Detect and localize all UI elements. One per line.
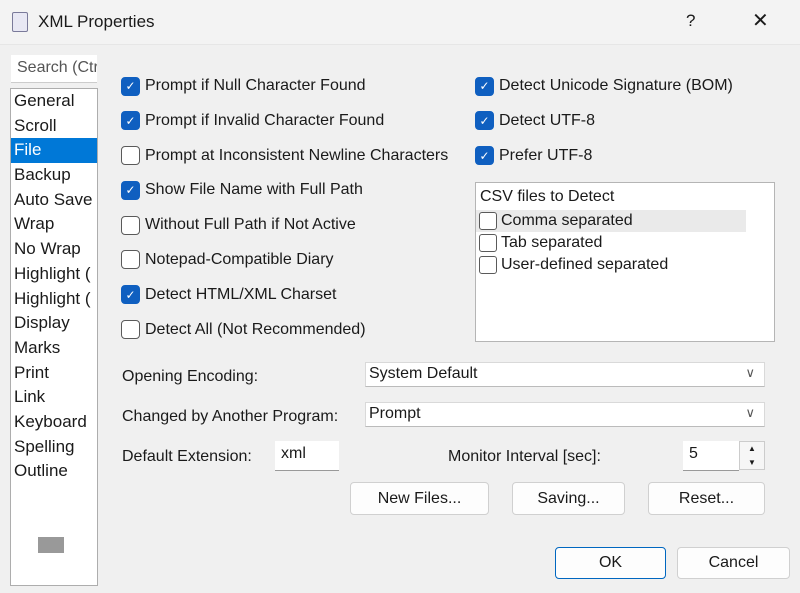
checkbox-icon[interactable] — [479, 234, 497, 252]
sidebar-item[interactable]: No Wrap — [11, 237, 97, 262]
monitor-interval-label: Monitor Interval [sec]: — [448, 448, 601, 465]
sidebar-item[interactable]: Display — [11, 311, 97, 336]
opening-encoding-select[interactable]: System Default ∨ — [365, 362, 765, 387]
checkbox-option[interactable]: Prompt at Inconsistent Newline Character… — [121, 144, 448, 168]
left-options: ✓ Prompt if Null Character Found ✓ Prompt i… — [121, 74, 448, 352]
checkbox-label: Without Full Path if Not Active — [145, 216, 356, 234]
checkbox-icon[interactable]: ✓ — [121, 111, 140, 131]
spin-up-icon[interactable]: ▲ — [740, 442, 764, 456]
sidebar-item[interactable]: Wrap — [11, 212, 97, 237]
checkbox-label: Prompt at Inconsistent Newline Character… — [145, 146, 449, 164]
reset-button[interactable]: Reset... — [648, 482, 765, 515]
default-extension-input[interactable]: xml — [275, 441, 339, 471]
checkbox-icon[interactable]: ✓ — [121, 76, 140, 96]
checkbox-option[interactable]: Detect All (Not Recommended) — [121, 318, 448, 342]
sidebar-item[interactable]: File — [11, 138, 97, 164]
checkbox-icon[interactable]: ✓ — [475, 111, 494, 131]
sidebar-item[interactable]: Print — [11, 361, 97, 386]
checkbox-label: Detect HTML/XML Charset — [145, 285, 337, 303]
opening-encoding-label: Opening Encoding: — [122, 368, 259, 385]
checkbox-option[interactable]: ✓ Prompt if Null Character Found — [121, 74, 448, 98]
default-extension-label: Default Extension: — [122, 448, 252, 465]
right-options: ✓ Detect Unicode Signature (BOM) ✓ Detect U… — [475, 74, 733, 178]
saving-button[interactable]: Saving... — [512, 482, 625, 515]
category-list[interactable]: General Scroll File Backup Auto Save Wrap No W… — [10, 88, 98, 586]
sidebar-item[interactable]: Outline — [11, 459, 97, 484]
checkbox-label: Show File Name with Full Path — [145, 181, 363, 199]
sidebar-item[interactable]: Link — [11, 385, 97, 410]
checkbox-icon[interactable] — [479, 256, 497, 274]
sidebar-item[interactable]: Spelling — [11, 435, 97, 460]
checkbox-option[interactable]: ✓ Prompt if Invalid Character Found — [121, 109, 448, 133]
checkbox-label: Prompt if Null Character Found — [145, 77, 366, 94]
sidebar-item[interactable]: Highlight ( — [11, 287, 97, 312]
close-button[interactable]: ✕ — [752, 8, 769, 33]
opening-encoding-value: System Default — [369, 365, 478, 382]
monitor-interval-input[interactable]: 5 — [683, 441, 739, 471]
sidebar-item[interactable]: Scroll — [11, 114, 97, 139]
csv-item[interactable]: Tab separated — [476, 232, 746, 254]
sidebar-item[interactable]: Highlight ( — [11, 262, 97, 287]
checkbox-icon[interactable]: ✓ — [475, 146, 494, 166]
csv-item-label: User-defined separated — [501, 256, 669, 273]
checkbox-option[interactable]: ✓ Detect Unicode Signature (BOM) — [475, 74, 733, 98]
spin-down-icon[interactable]: ▼ — [740, 456, 764, 470]
spinner[interactable]: ▲ ▼ — [739, 441, 765, 470]
checkbox-label: Detect UTF-8 — [499, 111, 596, 129]
changed-label: Changed by Another Program: — [122, 408, 339, 425]
changed-value: Prompt — [369, 405, 421, 422]
changed-select[interactable]: Prompt ∨ — [365, 402, 765, 427]
search-input[interactable]: Search (Ctrl — [11, 55, 97, 83]
csv-header: CSV files to Detect — [480, 188, 615, 205]
csv-item-label: Tab separated — [501, 234, 603, 251]
checkbox-icon[interactable]: ✓ — [121, 180, 140, 200]
app-icon — [12, 12, 28, 32]
checkbox-label: Detect All (Not Recommended) — [145, 320, 366, 338]
new-files-button[interactable]: New Files... — [350, 482, 489, 515]
checkbox-label: Notepad-Compatible Diary — [145, 250, 334, 268]
sidebar-item[interactable]: General — [11, 89, 97, 114]
sidebar-item[interactable]: Backup — [11, 163, 97, 188]
checkbox-label: Prompt if Invalid Character Found — [145, 111, 385, 129]
csv-item[interactable]: Comma separated — [476, 210, 746, 232]
csv-item-label: Comma separated — [501, 212, 633, 229]
checkbox-icon[interactable] — [121, 215, 140, 235]
checkbox-option[interactable]: ✓ Detect UTF-8 — [475, 109, 733, 133]
scrollbar-thumb[interactable] — [38, 537, 64, 553]
checkbox-label: Detect Unicode Signature (BOM) — [499, 77, 733, 94]
checkbox-icon[interactable]: ✓ — [475, 76, 494, 96]
csv-item[interactable]: User-defined separated — [476, 254, 746, 276]
sidebar-item[interactable]: Auto Save — [11, 188, 97, 213]
help-button[interactable]: ? — [686, 11, 695, 31]
sidebar-item[interactable]: Keyboard — [11, 410, 97, 435]
chevron-down-icon: ∨ — [745, 365, 755, 380]
ok-button[interactable]: OK — [555, 547, 666, 579]
checkbox-icon[interactable] — [121, 320, 140, 340]
checkbox-option[interactable]: Notepad-Compatible Diary — [121, 248, 448, 272]
checkbox-label: Prefer UTF-8 — [499, 146, 593, 164]
checkbox-icon[interactable] — [121, 146, 140, 166]
csv-listbox[interactable]: CSV files to Detect Comma separated Tab s… — [475, 182, 775, 342]
checkbox-option[interactable]: ✓ Detect HTML/XML Charset — [121, 283, 448, 307]
checkbox-option[interactable]: ✓ Prefer UTF-8 — [475, 144, 733, 168]
chevron-down-icon: ∨ — [745, 405, 755, 420]
window-title: XML Properties — [38, 12, 155, 31]
checkbox-icon[interactable] — [121, 250, 140, 270]
checkbox-icon[interactable] — [479, 212, 497, 230]
checkbox-option[interactable]: ✓ Show File Name with Full Path — [121, 178, 448, 202]
cancel-button[interactable]: Cancel — [677, 547, 790, 579]
checkbox-icon[interactable]: ✓ — [121, 285, 140, 305]
checkbox-option[interactable]: Without Full Path if Not Active — [121, 213, 448, 237]
sidebar-item[interactable]: Marks — [11, 336, 97, 361]
